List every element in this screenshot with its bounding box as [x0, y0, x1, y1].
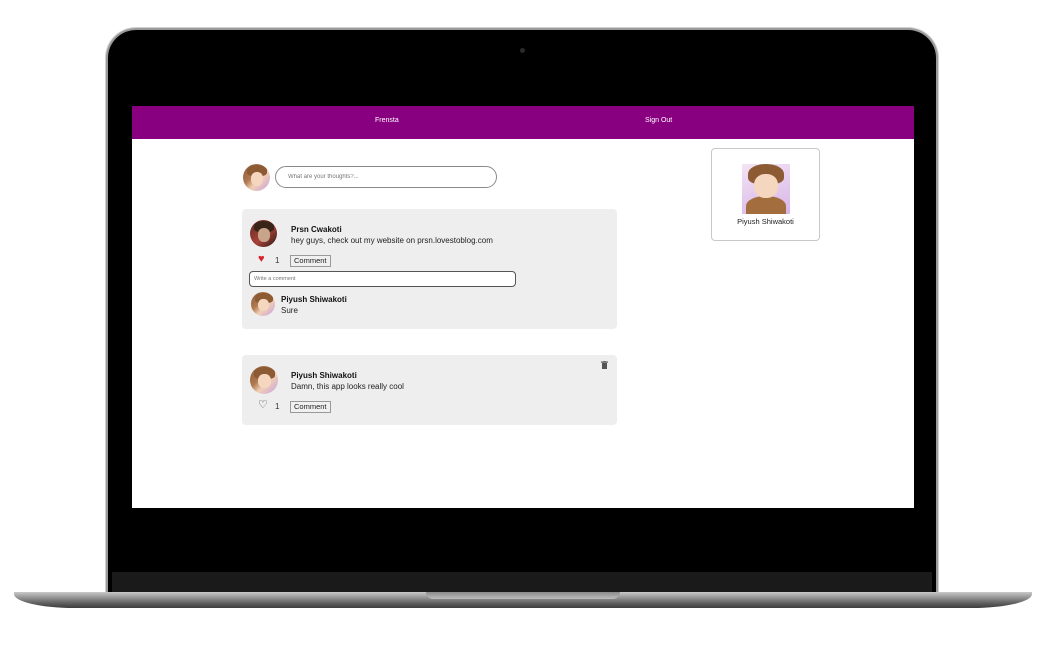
post-author-name[interactable]: Piyush Shiwakoti	[291, 371, 357, 380]
heart-filled-icon[interactable]: ♥	[258, 254, 265, 265]
comment-author-name[interactable]: Piyush Shiwakoti	[281, 295, 347, 304]
brand-link[interactable]: Frensta	[375, 117, 399, 124]
post-author-avatar[interactable]	[250, 366, 278, 394]
laptop-notch	[426, 592, 620, 599]
post-text: hey guys, check out my website on prsn.l…	[291, 236, 493, 245]
top-navbar: Frensta Sign Out	[132, 106, 914, 139]
comment-input[interactable]	[249, 271, 516, 287]
like-count: 1	[275, 256, 280, 265]
profile-card: Piyush Shiwakoti	[711, 148, 820, 241]
comment-text: Sure	[281, 306, 298, 315]
trash-icon[interactable]	[601, 361, 608, 369]
sign-out-link[interactable]: Sign Out	[645, 117, 672, 124]
laptop-hinge	[112, 572, 932, 592]
post-card: Piyush Shiwakoti Damn, this app looks re…	[242, 355, 617, 425]
post-author-avatar[interactable]	[250, 220, 277, 247]
composer-avatar[interactable]	[243, 164, 270, 191]
like-count: 1	[275, 402, 280, 411]
comment-author-avatar[interactable]	[251, 292, 275, 316]
heart-outline-icon[interactable]: ♡	[258, 400, 268, 411]
comment-button[interactable]: Comment	[290, 255, 331, 267]
thoughts-input[interactable]	[275, 166, 497, 188]
comment-button[interactable]: Comment	[290, 401, 331, 413]
profile-picture[interactable]	[742, 164, 790, 214]
post-author-name[interactable]: Prsn Cwakoti	[291, 225, 342, 234]
webcam-dot	[520, 48, 525, 53]
app-screen: Frensta Sign Out Prsn Cwakoti hey guys, …	[132, 106, 914, 508]
post-text: Damn, this app looks really cool	[291, 382, 404, 391]
profile-name[interactable]: Piyush Shiwakoti	[712, 217, 819, 226]
post-card: Prsn Cwakoti hey guys, check out my webs…	[242, 209, 617, 329]
